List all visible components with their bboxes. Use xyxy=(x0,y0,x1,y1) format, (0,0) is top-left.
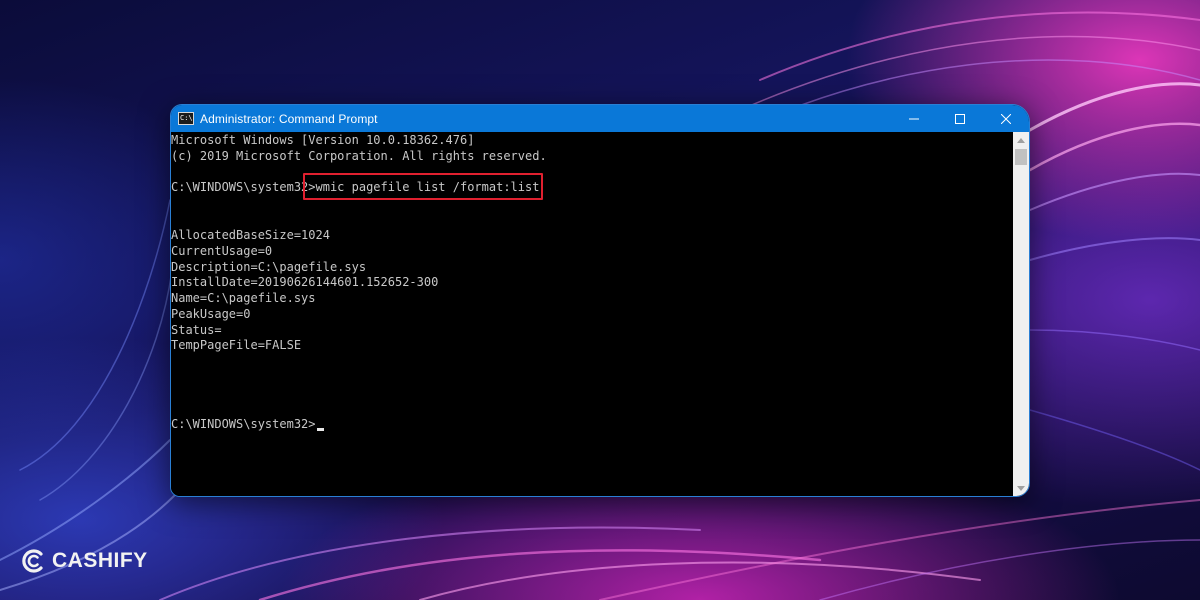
console-line: AllocatedBaseSize=1024 xyxy=(171,228,330,242)
scroll-down-button[interactable] xyxy=(1013,480,1029,496)
chevron-down-icon xyxy=(1017,485,1025,491)
cashify-logo: CASHIFY xyxy=(20,546,148,576)
text-cursor xyxy=(316,428,324,431)
window-title: Administrator: Command Prompt xyxy=(200,111,378,126)
title-bar[interactable]: C:\ Administrator: Command Prompt xyxy=(171,105,1029,132)
console-line: CurrentUsage=0 xyxy=(171,244,273,258)
console-line: InstallDate=20190626144601.152652-300 xyxy=(171,275,439,289)
maximize-icon xyxy=(955,113,965,124)
cmd-icon[interactable]: C:\ xyxy=(178,112,194,125)
console-line: Name=C:\pagefile.sys xyxy=(171,291,316,305)
cashify-logo-icon xyxy=(22,549,43,573)
vertical-scrollbar[interactable] xyxy=(1013,132,1029,496)
scroll-thumb[interactable] xyxy=(1015,149,1027,165)
console-line: PeakUsage=0 xyxy=(171,307,251,321)
console-line: Status= xyxy=(171,323,222,337)
console-line: Description=C:\pagefile.sys xyxy=(171,260,367,274)
console-prompt-line[interactable]: C:\WINDOWS\system32> xyxy=(171,417,324,433)
scroll-up-button[interactable] xyxy=(1013,132,1029,148)
console-line: (c) 2019 Microsoft Corporation. All righ… xyxy=(171,149,547,163)
command-prompt-window[interactable]: C:\ Administrator: Command Prompt Micros… xyxy=(170,104,1030,497)
minimize-icon xyxy=(909,118,919,119)
logo-text: CASHIFY xyxy=(52,549,148,572)
close-icon xyxy=(1001,113,1011,124)
console-line: Microsoft Windows [Version 10.0.18362.47… xyxy=(171,133,475,147)
console-prompt: C:\WINDOWS\system32> xyxy=(171,417,316,431)
chevron-up-icon xyxy=(1017,137,1025,143)
command-highlight-box xyxy=(303,173,543,200)
close-button[interactable] xyxy=(983,105,1029,132)
maximize-button[interactable] xyxy=(937,105,983,132)
window-controls xyxy=(891,105,1029,132)
console-output[interactable]: Microsoft Windows [Version 10.0.18362.47… xyxy=(171,132,1013,496)
minimize-button[interactable] xyxy=(891,105,937,132)
console-line: TempPageFile=FALSE xyxy=(171,338,302,352)
